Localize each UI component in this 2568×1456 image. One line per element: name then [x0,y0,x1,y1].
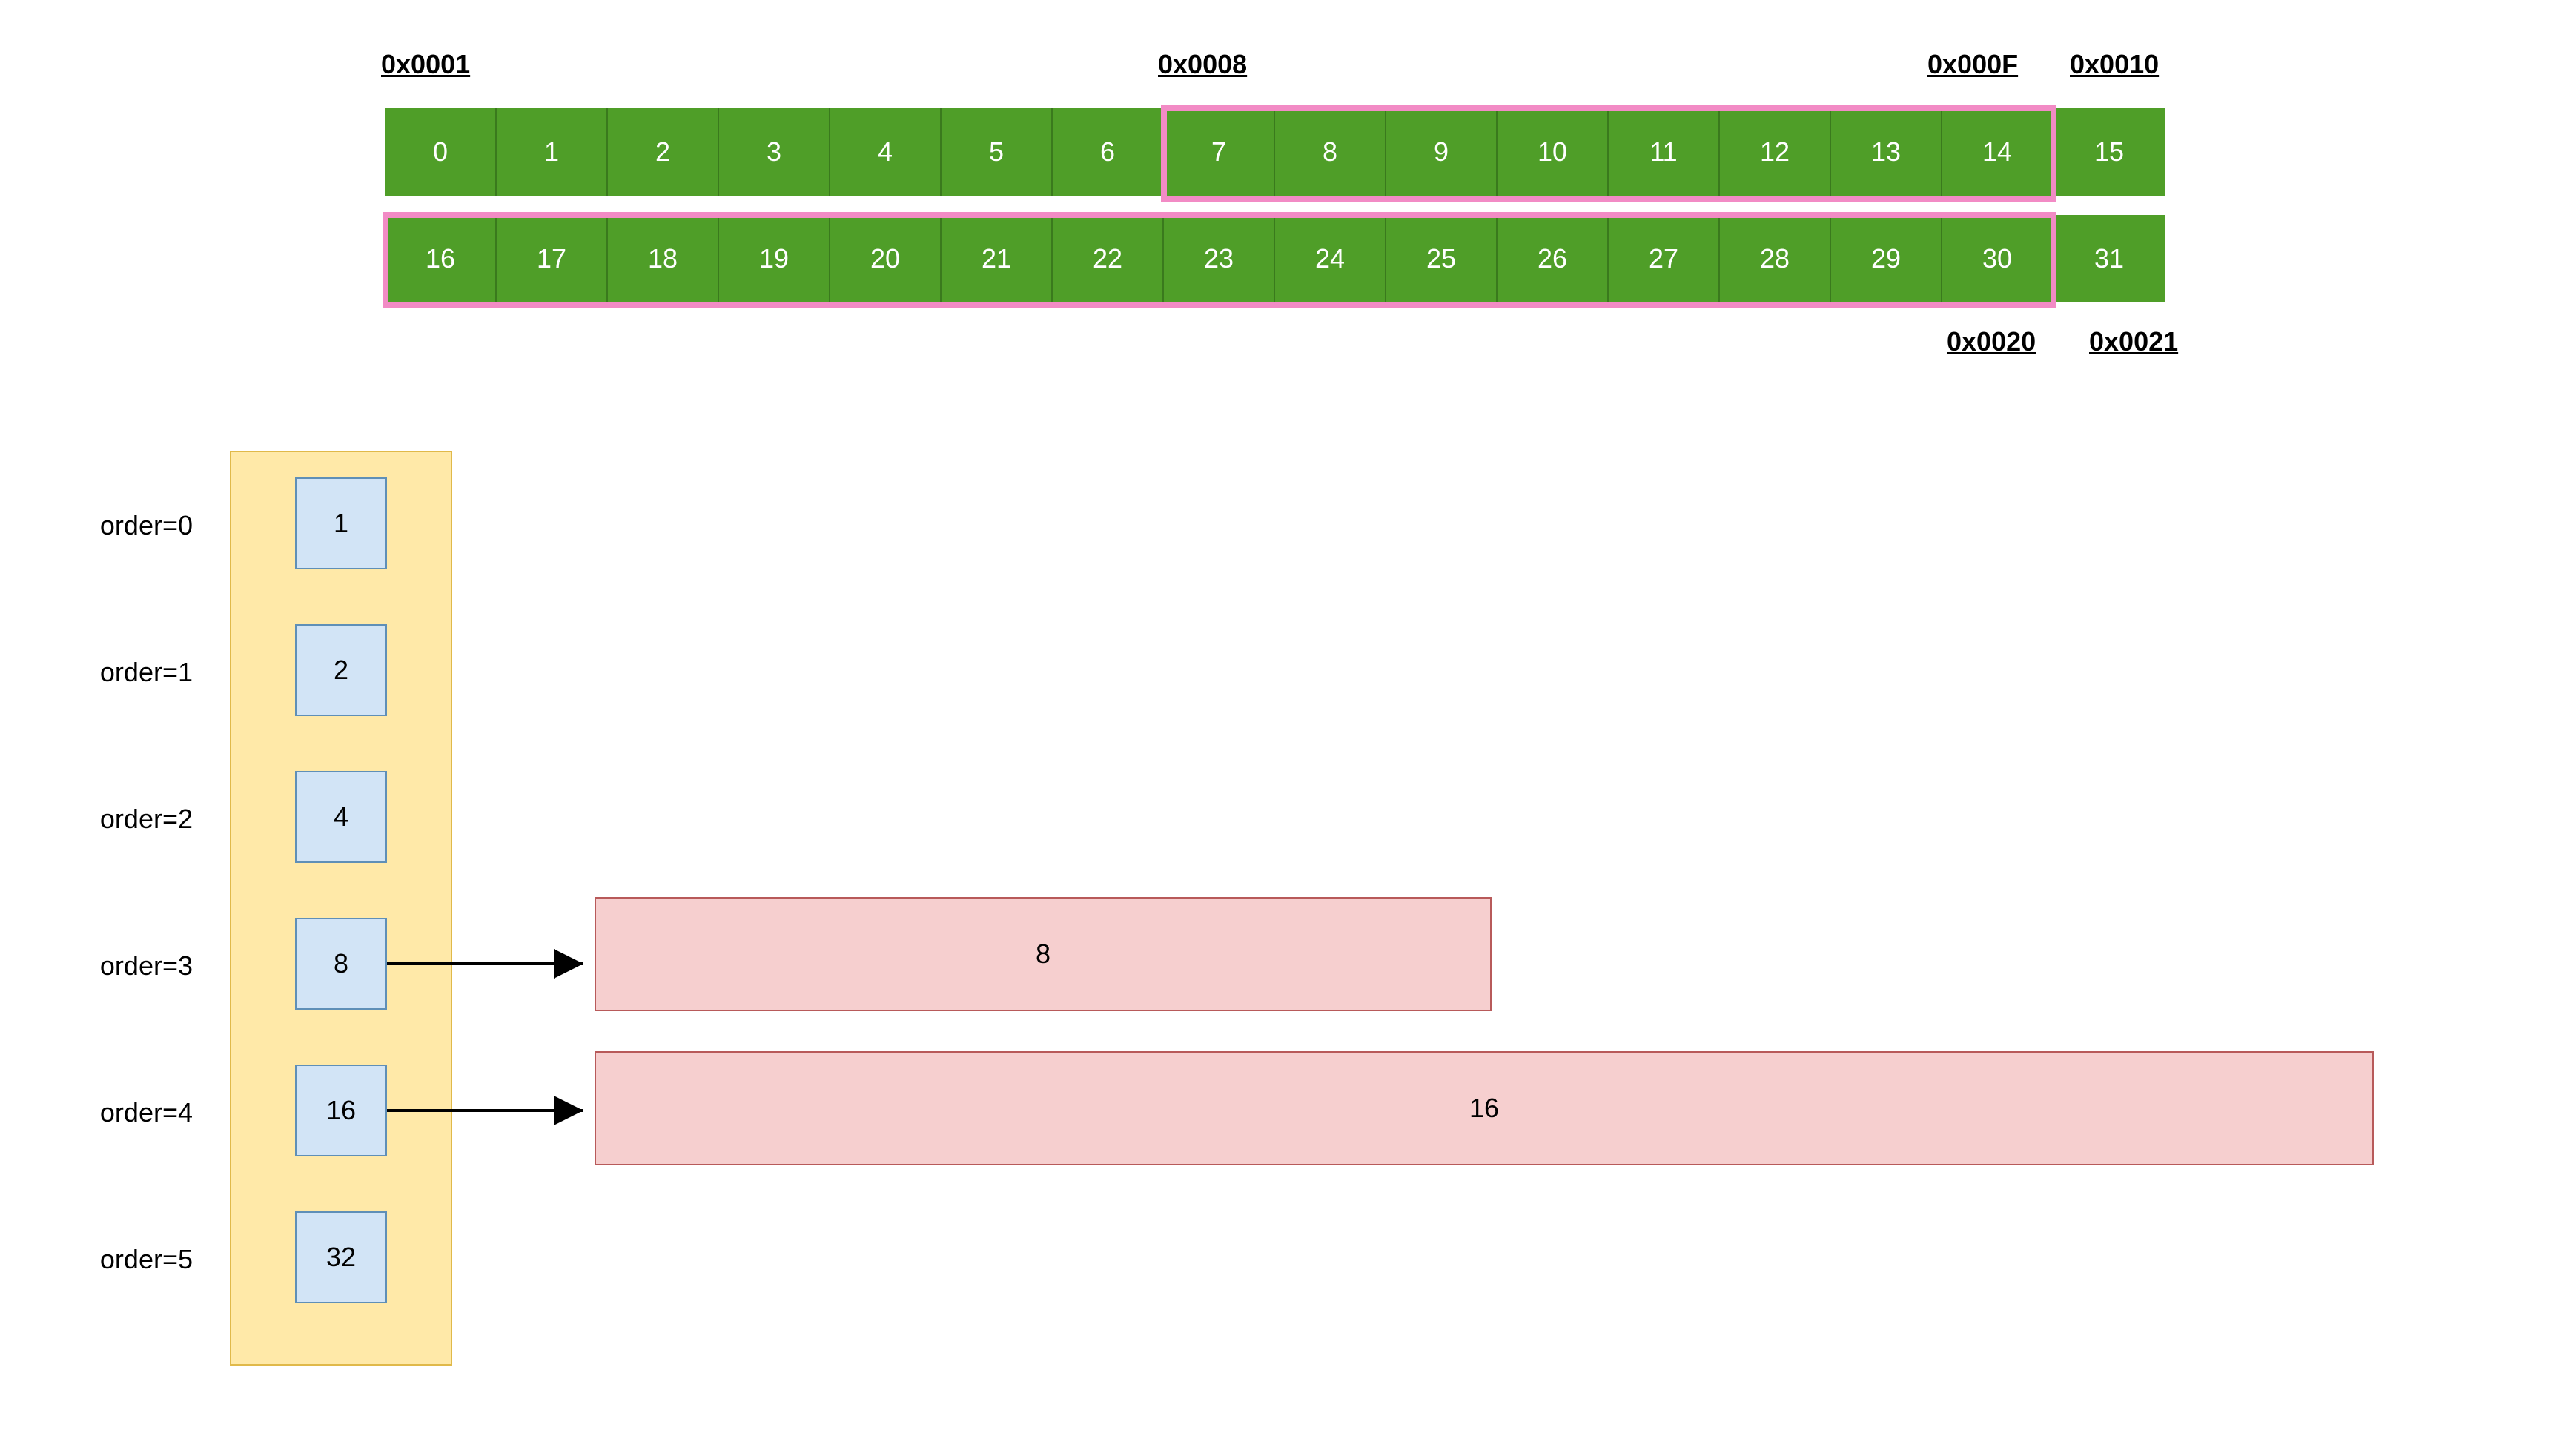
order-box-3: 8 [295,918,387,1010]
memory-cell: 31 [2054,215,2165,302]
free-block-16: 16 [595,1051,2374,1165]
order-label-5: order=5 [44,1244,193,1275]
memory-cell: 4 [830,108,942,196]
memory-cell: 15 [2054,108,2165,196]
highlight-row1-7to14 [1161,105,2056,202]
order-label-4: order=4 [44,1097,193,1128]
memory-cell: 0 [385,108,497,196]
arrow-order3-to-block8 [387,949,598,979]
order-box-5: 32 [295,1211,387,1303]
order-label-0: order=0 [44,510,193,541]
memory-cell: 3 [719,108,830,196]
address-label-0x0020: 0x0020 [1947,326,2036,357]
memory-cell: 6 [1053,108,1164,196]
address-label-0x0001: 0x0001 [381,49,470,80]
order-label-2: order=2 [44,804,193,835]
memory-cell: 2 [608,108,719,196]
order-box-2: 4 [295,771,387,863]
highlight-row2-0to14 [383,212,2056,308]
order-box-1: 2 [295,624,387,716]
address-label-0x000F: 0x000F [1927,49,2018,80]
address-label-0x0021: 0x0021 [2089,326,2178,357]
address-label-0x0008: 0x0008 [1158,49,1247,80]
free-block-8: 8 [595,897,1492,1011]
order-box-0: 1 [295,477,387,569]
order-label-1: order=1 [44,657,193,688]
arrow-order4-to-block16 [387,1096,598,1125]
memory-cell: 1 [497,108,608,196]
memory-cell: 5 [942,108,1053,196]
order-label-3: order=3 [44,950,193,982]
order-box-4: 16 [295,1065,387,1156]
address-label-0x0010: 0x0010 [2070,49,2159,80]
